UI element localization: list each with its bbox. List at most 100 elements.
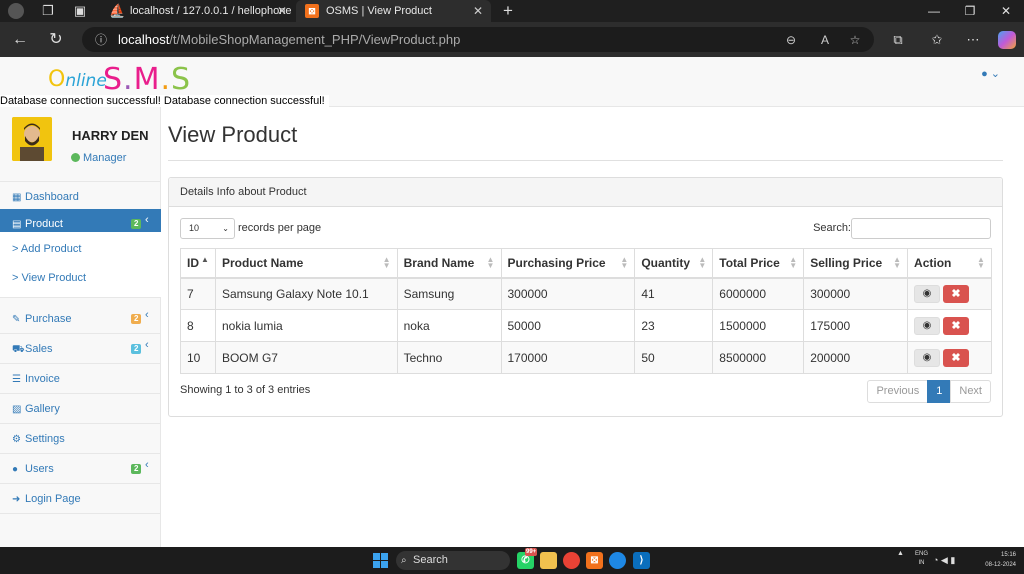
column-header-id[interactable]: ID ▲ — [180, 248, 216, 279]
column-header-total-price[interactable]: Total Price ▲ ▼ — [712, 248, 805, 279]
sort-icon: ▲ ▼ — [893, 255, 901, 270]
chevron-down-icon: ⌄ — [990, 68, 1000, 80]
cart-icon: ⛟ — [12, 344, 25, 355]
tray-overflow-icon[interactable]: ▲ — [897, 550, 904, 557]
url-text[interactable]: localhost/t/MobileShopManagement_PHP/Vie… — [118, 27, 460, 52]
sidebar-item-dashboard[interactable]: ▦ Dashboard — [0, 182, 161, 212]
db-connection-message: Database connection successful! Database… — [0, 95, 329, 107]
column-header-brand-name[interactable]: Brand Name ▲ ▼ — [396, 248, 502, 279]
logo-online[interactable]: Online — [48, 67, 107, 92]
user-icon: ● — [981, 68, 988, 80]
edge-icon[interactable] — [609, 552, 626, 569]
view-button[interactable]: ◉ — [914, 316, 941, 335]
page-title: View Product — [168, 122, 298, 147]
cell-quantity: 50 — [634, 341, 714, 374]
page-viewport: Online S.M.S ● ⌄ Database connection suc… — [0, 57, 1024, 547]
close-icon: ✖ — [951, 287, 961, 300]
info-icon[interactable]: ⓘ — [92, 31, 110, 49]
eye-icon: ◉ — [922, 351, 932, 363]
purchase-count-badge: 2 — [131, 314, 142, 324]
user-icon: ● — [12, 464, 19, 475]
close-tab-icon[interactable]: ✕ — [473, 0, 483, 22]
cogs-icon: ⚙ — [12, 434, 21, 445]
sidebar-item-purchase[interactable]: ✎ Purchase 2 ‹ — [0, 304, 161, 334]
sidebar-item-gallery[interactable]: ▨ Gallery — [0, 394, 161, 424]
eye-icon: ◉ — [922, 287, 932, 299]
extensions-icon[interactable]: ⧉ — [889, 31, 907, 49]
product-count-badge: 2 — [131, 219, 142, 229]
chevron-left-icon: ‹ — [145, 214, 149, 226]
whatsapp-icon[interactable]: ✆ 99+ — [517, 548, 538, 569]
next-page-button[interactable]: Next — [950, 380, 991, 403]
back-button[interactable]: ← — [10, 30, 30, 50]
records-per-page-select[interactable]: 10 ⌄ — [180, 218, 235, 239]
chrome-icon[interactable] — [563, 552, 580, 569]
read-aloud-icon[interactable]: A — [816, 31, 834, 49]
sidebar-item-users[interactable]: ● Users 2 ‹ — [0, 454, 161, 484]
cell-total-price: 1500000 — [712, 309, 805, 342]
zoom-icon[interactable]: ⊖ — [782, 31, 800, 49]
phpmyadmin-icon: ⛵ — [109, 3, 126, 18]
previous-page-button[interactable]: Previous — [867, 380, 929, 403]
browser-tab-bar: ❐ ▣ ⛵ localhost / 127.0.0.1 / hellophone… — [0, 0, 1024, 22]
taskbar-search[interactable]: ⌕ Search — [396, 551, 510, 570]
close-icon: ✖ — [951, 319, 961, 332]
workspaces-icon[interactable]: ❐ — [40, 3, 56, 19]
user-menu-toggle[interactable]: ● ⌄ — [981, 67, 1000, 80]
url-field[interactable]: ⓘ localhost/t/MobileShopManagement_PHP/V… — [82, 27, 874, 52]
close-tab-icon[interactable]: ✕ — [277, 0, 287, 22]
sort-icon: ▲ ▼ — [698, 255, 707, 270]
refresh-button[interactable]: ↻ — [46, 30, 66, 50]
clock[interactable]: 15:16 08-12-2024 — [980, 550, 1016, 570]
favorite-star-icon[interactable]: ☆ — [846, 31, 864, 49]
delete-button[interactable]: ✖ — [943, 316, 970, 335]
delete-button[interactable]: ✖ — [943, 284, 970, 303]
language-indicator[interactable]: ENG IN — [915, 550, 928, 568]
submenu-view-product[interactable]: > View Product — [0, 263, 161, 293]
column-header-action[interactable]: Action ▲ ▼ — [907, 248, 992, 279]
sort-icon: ▲ ▼ — [486, 255, 495, 270]
column-header-purchasing-price[interactable]: Purchasing Price ▲ ▼ — [500, 248, 636, 279]
view-button[interactable]: ◉ — [914, 348, 941, 367]
tab-view-product[interactable]: ⊠ OSMS | View Product ✕ — [296, 0, 491, 22]
copilot-icon[interactable] — [998, 31, 1016, 49]
users-count-badge: 2 — [131, 464, 142, 474]
file-explorer-icon[interactable] — [540, 552, 557, 569]
windows-start-button[interactable] — [373, 553, 388, 568]
tab-phpmyadmin[interactable]: ⛵ localhost / 127.0.0.1 / hellophone ✕ — [100, 0, 295, 22]
product-submenu: > Add Product > View Product — [0, 232, 161, 298]
sidebar-item-login-page[interactable]: ➜ Login Page — [0, 484, 161, 514]
view-button[interactable]: ◉ — [914, 284, 941, 303]
search-icon: ⌕ — [401, 555, 407, 566]
xampp-icon[interactable]: ⊠ — [586, 552, 603, 569]
submenu-add-product[interactable]: > Add Product — [0, 234, 161, 264]
cell-product-name: nokia lumia — [214, 309, 398, 342]
favorites-icon[interactable]: ✩ — [928, 31, 946, 49]
tab-actions-icon[interactable]: ▣ — [72, 3, 88, 19]
new-tab-button[interactable]: + — [500, 2, 516, 19]
cell-id: 8 — [180, 309, 216, 342]
logo-sms[interactable]: S.M.S — [103, 62, 191, 97]
sidebar-item-sales[interactable]: ⛟Sales 2 ‹ — [0, 334, 161, 364]
records-per-page: 10 ⌄ records per page — [180, 218, 321, 239]
column-header-quantity[interactable]: Quantity ▲ ▼ — [634, 248, 714, 279]
more-menu-icon[interactable]: ⋯ — [964, 31, 982, 49]
network-volume-battery-icons[interactable]: ◔ ◀ ▮ — [933, 555, 955, 566]
sidebar: HARRY DEN Manager ▦ Dashboard ▤ Product 2 … — [0, 107, 161, 547]
user-profile: HARRY DEN Manager — [0, 107, 161, 182]
restore-button[interactable]: ❐ — [952, 0, 988, 22]
minimize-button[interactable]: — — [916, 0, 952, 22]
column-header-product-name[interactable]: Product Name ▲ ▼ — [214, 248, 398, 279]
profile-avatar-icon[interactable] — [8, 3, 24, 19]
cell-product-name: BOOM G7 — [214, 341, 398, 374]
delete-button[interactable]: ✖ — [943, 348, 970, 367]
sidebar-item-settings[interactable]: ⚙ Settings — [0, 424, 161, 454]
page-1-button[interactable]: 1 — [927, 380, 952, 403]
close-window-button[interactable]: ✕ — [988, 0, 1024, 22]
column-header-selling-price[interactable]: Selling Price ▲ ▼ — [803, 248, 909, 279]
cell-purchasing-price: 170000 — [500, 341, 636, 374]
search-input[interactable] — [851, 218, 991, 239]
close-icon: ✖ — [951, 351, 961, 364]
vscode-icon[interactable]: ⟩ — [633, 552, 650, 569]
sidebar-item-invoice[interactable]: ☰ Invoice — [0, 364, 161, 394]
